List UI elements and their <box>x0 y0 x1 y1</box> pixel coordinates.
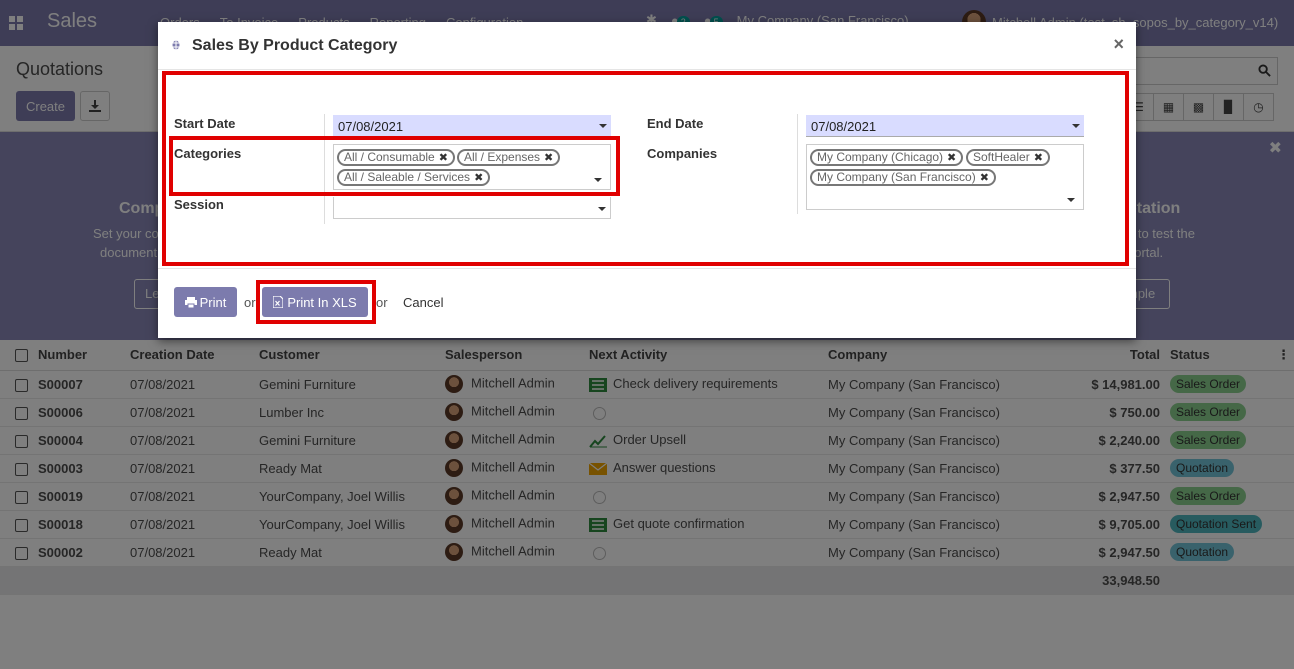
print-xls-highlight <box>256 280 376 324</box>
dialog-footer: Print or Print In XLS or Cancel <box>158 268 1136 338</box>
or-text: or <box>244 295 256 310</box>
dialog-close-icon[interactable]: × <box>1113 34 1124 55</box>
dialog-header: Sales By Product Category × <box>158 22 1136 70</box>
or-text: or <box>376 295 388 310</box>
print-icon <box>184 296 197 308</box>
sales-by-category-dialog: Sales By Product Category × Start Date 0… <box>158 22 1136 338</box>
dialog-title: Sales By Product Category <box>192 37 398 54</box>
cancel-button[interactable]: Cancel <box>403 295 443 310</box>
bug-icon <box>171 40 181 50</box>
print-button[interactable]: Print <box>174 287 237 317</box>
print-label: Print <box>199 294 227 310</box>
categories-highlight <box>169 136 620 196</box>
